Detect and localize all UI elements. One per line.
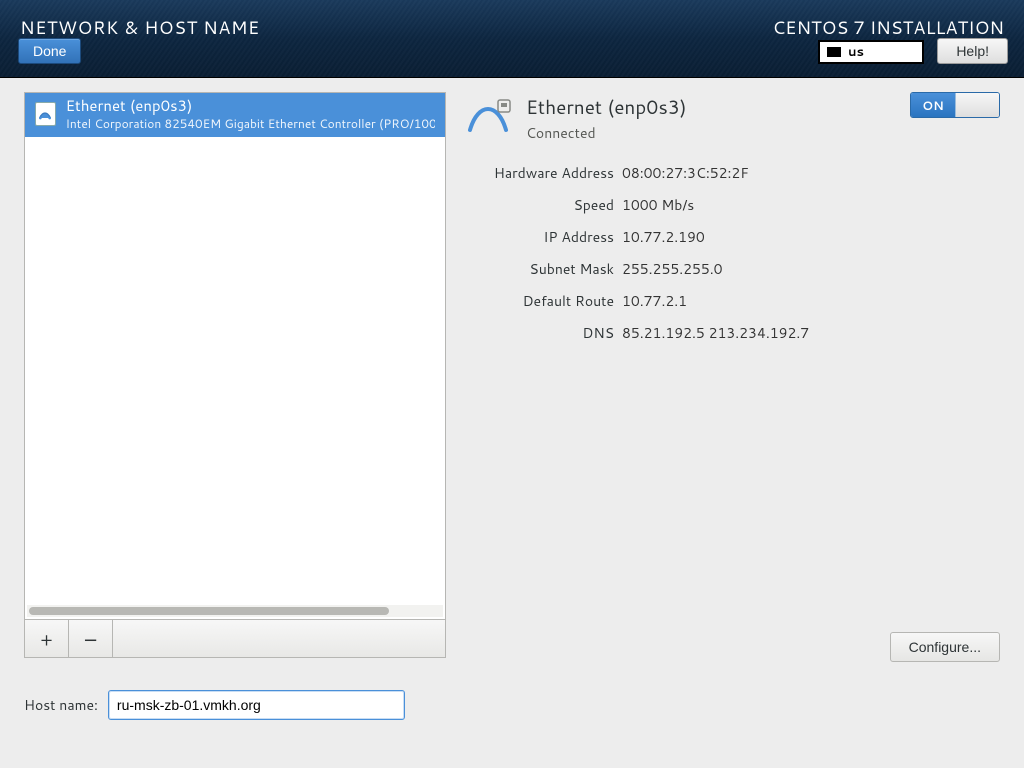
label-hardware-address: Hardware Address <box>464 163 614 183</box>
scrollbar-thumb[interactable] <box>29 607 389 615</box>
toggle-on-label: ON <box>911 93 955 117</box>
done-button[interactable]: Done <box>18 38 81 64</box>
horizontal-scrollbar[interactable] <box>27 605 443 617</box>
add-remove-toolbar: + − <box>24 620 446 658</box>
value-subnet-mask: 255.255.255.0 <box>622 259 1000 279</box>
page-title: NETWORK & HOST NAME <box>20 14 260 40</box>
current-interface-status: Connected <box>526 123 687 143</box>
interface-item[interactable]: Ethernet (enp0s3) Intel Corporation 8254… <box>25 93 445 137</box>
help-button[interactable]: Help! <box>937 38 1008 64</box>
value-hardware-address: 08:00:27:3C:52:2F <box>622 163 1000 183</box>
value-dns: 85.21.192.5 213.234.192.7 <box>622 323 1000 343</box>
interface-panel: Ethernet (enp0s3) Intel Corporation 8254… <box>24 92 446 658</box>
details-grid: Hardware Address 08:00:27:3C:52:2F Speed… <box>464 163 1000 343</box>
interface-description: Intel Corporation 82540EM Gigabit Ethern… <box>66 116 435 131</box>
remove-interface-button[interactable]: − <box>69 620 113 657</box>
add-interface-button[interactable]: + <box>25 620 69 657</box>
label-default-route: Default Route <box>464 291 614 311</box>
ethernet-icon <box>35 102 56 126</box>
keyboard-layout-selector[interactable]: us <box>818 40 924 64</box>
interface-toggle[interactable]: ON <box>910 92 1000 118</box>
label-subnet-mask: Subnet Mask <box>464 259 614 279</box>
keyboard-icon <box>826 46 842 58</box>
keyboard-layout-label: us <box>848 43 864 61</box>
interface-details-panel: Ethernet (enp0s3) Connected ON Hardware … <box>464 92 1000 658</box>
hostname-label: Host name: <box>24 695 98 715</box>
current-interface-title: Ethernet (enp0s3) <box>526 94 687 121</box>
toggle-knob <box>955 93 999 117</box>
label-speed: Speed <box>464 195 614 215</box>
hostname-row: Host name: <box>24 690 405 720</box>
installer-header: NETWORK & HOST NAME CENTOS 7 INSTALLATIO… <box>0 0 1024 78</box>
value-ip-address: 10.77.2.190 <box>622 227 1000 247</box>
value-default-route: 10.77.2.1 <box>622 291 1000 311</box>
main-content: Ethernet (enp0s3) Intel Corporation 8254… <box>0 78 1024 672</box>
ethernet-big-icon <box>464 94 512 142</box>
value-speed: 1000 Mb/s <box>622 195 1000 215</box>
toolbar-spacer <box>113 620 445 657</box>
hostname-input[interactable] <box>108 690 405 720</box>
installer-title: CENTOS 7 INSTALLATION <box>772 14 1004 40</box>
interface-list[interactable]: Ethernet (enp0s3) Intel Corporation 8254… <box>24 92 446 620</box>
label-dns: DNS <box>464 323 614 343</box>
interface-name: Ethernet (enp0s3) <box>66 97 435 116</box>
configure-button[interactable]: Configure... <box>890 632 1000 662</box>
label-ip-address: IP Address <box>464 227 614 247</box>
